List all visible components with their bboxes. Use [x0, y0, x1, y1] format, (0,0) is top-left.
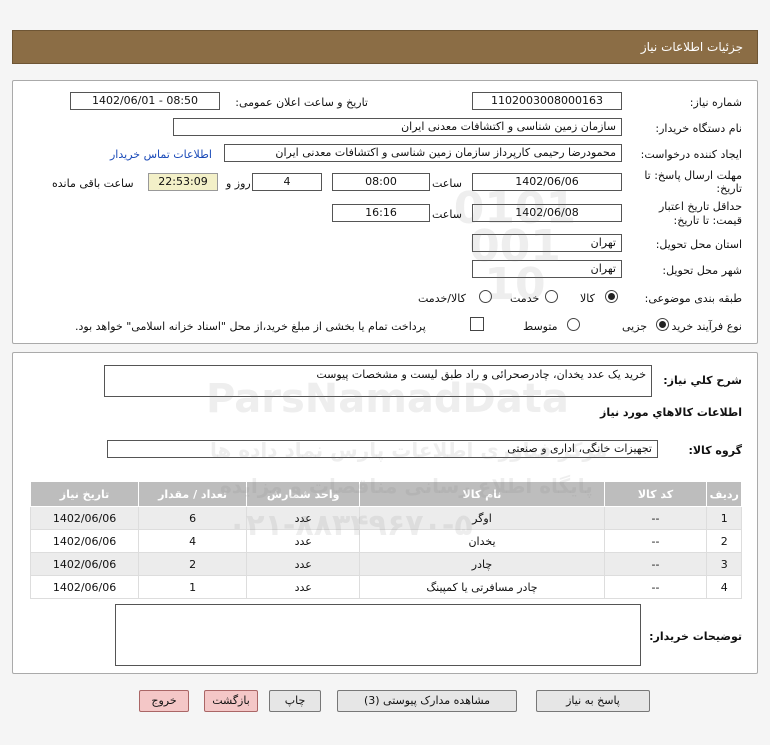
creator-label: ایجاد کننده درخواست:: [640, 148, 742, 161]
back-button[interactable]: بازگشت: [204, 690, 258, 712]
process-option-minor: جزیی: [622, 320, 648, 333]
cell-row: 4: [706, 575, 742, 599]
title-bar: جزئیات اطلاعات نیاز: [12, 30, 758, 64]
category-option-service: خدمت: [510, 292, 540, 305]
cell-date: 1402/06/06: [29, 529, 140, 553]
col-date: تاریخ نیاز: [29, 481, 140, 507]
print-button[interactable]: چاپ: [269, 690, 321, 712]
col-qty: تعداد / مقدار: [138, 481, 248, 507]
payment-note: پرداخت تمام یا بخشی از مبلغ خرید،از محل …: [75, 320, 426, 333]
table-row: 4 -- چادر مسافرتی یا کمپینگ عدد 1 1402/0…: [29, 575, 742, 599]
cell-name: چادر مسافرتی یا کمپینگ: [359, 575, 605, 599]
announce-label: تاریخ و ساعت اعلان عمومی:: [235, 96, 368, 109]
desc-label: شرح کلي نياز:: [663, 374, 742, 387]
category-option-both: کالا/خدمت: [418, 292, 466, 305]
need-number-field: 1102003008000163: [472, 92, 622, 110]
table-row: 1 -- اوگر عدد 6 1402/06/06: [29, 506, 742, 530]
cell-code: --: [603, 575, 708, 599]
buyer-notes-field: [115, 604, 641, 666]
deadline-hour-label: ساعت: [432, 177, 462, 190]
treasury-payment-checkbox[interactable]: [470, 317, 484, 331]
city-label: شهر محل تحویل:: [662, 264, 742, 277]
category-radio-goods[interactable]: [605, 290, 618, 303]
province-label: استان محل تحویل:: [655, 238, 742, 251]
attachments-button[interactable]: مشاهده مدارک پیوستی (3): [337, 690, 517, 712]
category-radio-both[interactable]: [479, 290, 492, 303]
group-label: گروه کالا:: [688, 444, 742, 457]
validity-time-field: 16:16: [332, 204, 430, 222]
goods-info-label: اطلاعات کالاهاي مورد نياز: [600, 406, 742, 419]
col-name: نام کالا: [359, 481, 605, 507]
process-radio-medium[interactable]: [567, 318, 580, 331]
deadline-label: مهلت ارسال پاسخ: تا: [644, 169, 742, 182]
cell-qty: 4: [138, 529, 248, 553]
days-field: 4: [252, 173, 322, 191]
reply-button[interactable]: پاسخ به نیاز: [536, 690, 650, 712]
cell-date: 1402/06/06: [29, 506, 140, 530]
page: جزئیات اطلاعات نیاز شماره نیاز: 11020030…: [0, 0, 770, 745]
cell-unit: عدد: [246, 575, 361, 599]
cell-code: --: [603, 529, 708, 553]
cell-row: 2: [706, 529, 742, 553]
exit-button[interactable]: خروج: [139, 690, 189, 712]
category-radio-service[interactable]: [545, 290, 558, 303]
process-option-medium: متوسط: [523, 320, 558, 333]
cell-row: 3: [706, 552, 742, 576]
table-header-row: رديف کد کالا نام کالا واحد شمارش تعداد /…: [29, 481, 742, 507]
col-unit: واحد شمارش: [246, 481, 361, 507]
cell-date: 1402/06/06: [29, 552, 140, 576]
cell-unit: عدد: [246, 529, 361, 553]
cell-code: --: [603, 552, 708, 576]
process-label: نوع فرآیند خرید :: [664, 320, 742, 333]
city-field: تهران: [472, 260, 622, 278]
page-title: جزئیات اطلاعات نیاز: [640, 40, 743, 54]
desc-field: خرید یک عدد یخدان، چادرصحرائی و راد طبق …: [104, 365, 652, 397]
remaining-time-field: 22:53:09: [148, 173, 218, 191]
validity-date-field: 1402/06/08: [472, 204, 622, 222]
table-row: 3 -- چادر عدد 2 1402/06/06: [29, 552, 742, 576]
cell-unit: عدد: [246, 506, 361, 530]
col-code: کد کالا: [603, 481, 708, 507]
validity-label: حداقل تاریخ اعتبار: [658, 200, 742, 213]
remaining-label: ساعت باقی مانده: [52, 177, 134, 190]
table-row: 2 -- یخدان عدد 4 1402/06/06: [29, 529, 742, 553]
process-radio-minor[interactable]: [656, 318, 669, 331]
col-row: رديف: [706, 481, 742, 507]
deadline-date-field: 1402/06/06: [472, 173, 622, 191]
items-table: رديف کد کالا نام کالا واحد شمارش تعداد /…: [29, 481, 742, 599]
buyer-org-label: نام دستگاه خریدار:: [655, 122, 742, 135]
contact-buyer-link[interactable]: اطلاعات تماس خریدار: [110, 148, 212, 161]
validity-hour-label: ساعت: [432, 208, 462, 221]
province-field: تهران: [472, 234, 622, 252]
need-number-label: شماره نیاز:: [689, 96, 742, 109]
cell-name: یخدان: [359, 529, 605, 553]
announce-field: 1402/06/01 - 08:50: [70, 92, 220, 110]
validity-label-2: قیمت: تا تاریخ:: [673, 214, 742, 227]
deadline-time-field: 08:00: [332, 173, 430, 191]
category-label: طبقه بندی موضوعی:: [644, 292, 742, 305]
deadline-label-2: تاریخ:: [716, 182, 742, 195]
cell-qty: 6: [138, 506, 248, 530]
cell-qty: 2: [138, 552, 248, 576]
cell-row: 1: [706, 506, 742, 530]
buyer-org-field: سازمان زمین شناسی و اکتشافات معدنی ایران: [173, 118, 622, 136]
cell-name: اوگر: [359, 506, 605, 530]
cell-date: 1402/06/06: [29, 575, 140, 599]
cell-qty: 1: [138, 575, 248, 599]
cell-code: --: [603, 506, 708, 530]
creator-field: محمودرضا رحیمی کارپرداز سازمان زمین شناس…: [224, 144, 622, 162]
category-option-goods: کالا: [580, 292, 595, 305]
cell-unit: عدد: [246, 552, 361, 576]
buyer-notes-label: توضیحات خریدار:: [649, 630, 742, 643]
cell-name: چادر: [359, 552, 605, 576]
days-label: روز و: [226, 177, 251, 190]
group-field: تجهیزات خانگی، اداری و صنعتی: [107, 440, 658, 458]
